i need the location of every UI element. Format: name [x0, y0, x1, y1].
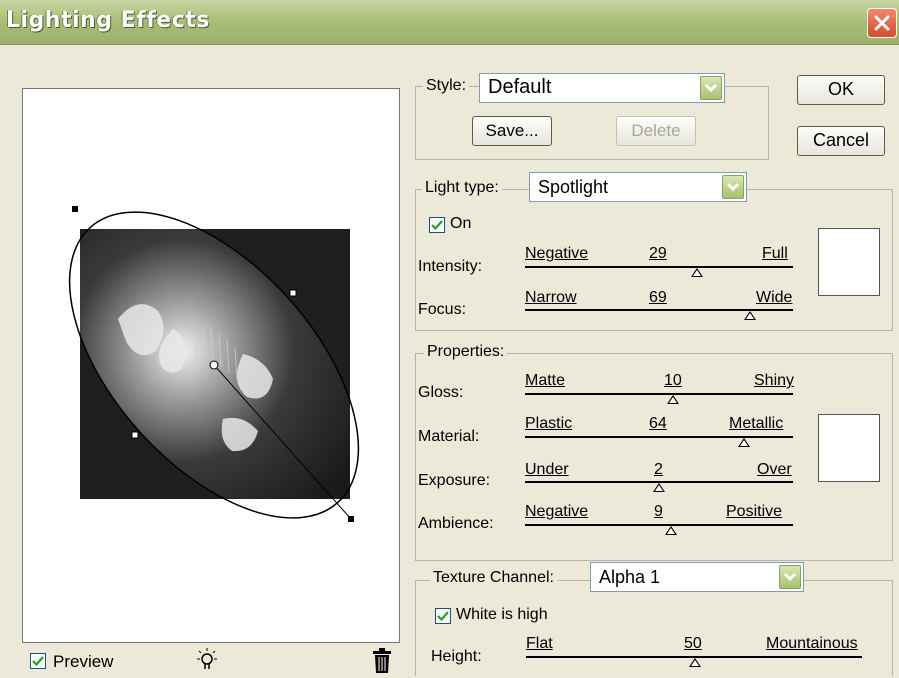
gloss-slider-thumb[interactable]	[667, 395, 679, 404]
height-slider-thumb[interactable]	[689, 658, 701, 667]
close-icon	[874, 15, 890, 31]
material-max-label: Metallic	[729, 415, 784, 432]
intensity-min-label: Negative	[525, 245, 589, 262]
focus-max-label: Wide	[756, 289, 793, 306]
chevron-down-icon[interactable]	[700, 76, 722, 100]
texture-channel-label: Texture Channel:	[430, 569, 557, 587]
light-type-value: Spotlight	[538, 177, 609, 197]
chevron-down-icon[interactable]	[722, 175, 744, 199]
ellipse-handle[interactable]	[348, 516, 354, 522]
preview-checkbox[interactable]	[30, 653, 46, 669]
properties-label: Properties:	[424, 343, 508, 361]
light-center-handle[interactable]	[209, 360, 219, 370]
on-label: On	[450, 215, 472, 232]
material-slider[interactable]	[525, 436, 793, 438]
material-value: 64	[649, 415, 667, 432]
cancel-button[interactable]: Cancel	[797, 126, 885, 156]
gloss-value: 10	[664, 372, 682, 389]
focus-value: 69	[649, 289, 667, 306]
intensity-slider[interactable]	[525, 266, 793, 268]
close-button[interactable]	[867, 8, 897, 38]
exposure-min-label: Under	[525, 461, 569, 478]
material-slider-thumb[interactable]	[738, 438, 750, 447]
white-is-high-label: White is high	[456, 606, 548, 623]
height-min-label: Flat	[526, 635, 553, 652]
title-bar: Lighting Effects	[0, 0, 899, 45]
preview-image	[68, 206, 360, 522]
light-color-swatch[interactable]	[818, 228, 880, 296]
white-is-high-checkbox[interactable]	[435, 608, 451, 624]
ambience-slider-thumb[interactable]	[665, 526, 677, 535]
save-button[interactable]: Save...	[472, 116, 552, 146]
ambience-max-label: Positive	[726, 503, 783, 520]
height-label: Height:	[431, 648, 482, 665]
intensity-value: 29	[649, 245, 667, 262]
intensity-label: Intensity:	[418, 258, 483, 275]
ambience-slider[interactable]	[525, 524, 793, 526]
checkmark-icon	[32, 656, 44, 667]
window-title: Lighting Effects	[6, 8, 210, 33]
intensity-max-label: Full	[762, 245, 788, 262]
ambience-min-label: Negative	[525, 503, 589, 520]
focus-label: Focus:	[418, 301, 467, 318]
texture-channel-select[interactable]: Alpha 1	[590, 562, 804, 592]
ok-button[interactable]: OK	[797, 75, 885, 105]
style-label: Style:	[423, 77, 470, 95]
light-type-label: Light type:	[422, 179, 502, 197]
ellipse-handle[interactable]	[131, 431, 139, 439]
focus-slider-thumb[interactable]	[744, 311, 756, 320]
checkmark-icon	[437, 611, 449, 622]
intensity-slider-thumb[interactable]	[691, 268, 703, 277]
preview-canvas[interactable]	[22, 88, 400, 643]
ambience-label: Ambience:	[418, 515, 494, 532]
exposure-label: Exposure:	[418, 472, 491, 489]
gloss-min-label: Matte	[525, 372, 566, 389]
ellipse-handle[interactable]	[72, 206, 78, 212]
texture-channel-value: Alpha 1	[599, 567, 661, 587]
exposure-slider-thumb[interactable]	[653, 483, 665, 492]
gloss-max-label: Shiny	[754, 372, 795, 389]
texture-group	[415, 580, 893, 676]
exposure-max-label: Over	[757, 461, 792, 478]
material-min-label: Plastic	[525, 415, 573, 432]
gloss-slider[interactable]	[525, 393, 793, 395]
gloss-label: Gloss:	[418, 384, 464, 401]
height-max-label: Mountainous	[766, 635, 858, 652]
on-checkbox[interactable]	[429, 217, 445, 233]
preview-label: Preview	[53, 652, 114, 671]
ambience-value: 9	[654, 503, 663, 520]
material-label: Material:	[418, 428, 480, 445]
delete-button[interactable]: Delete	[616, 116, 696, 146]
focus-min-label: Narrow	[525, 289, 577, 306]
light-type-select[interactable]: Spotlight	[529, 172, 747, 202]
ambient-color-swatch[interactable]	[818, 414, 880, 482]
style-select[interactable]: Default	[479, 73, 725, 103]
checkmark-icon	[431, 220, 443, 231]
chevron-down-icon[interactable]	[779, 565, 801, 589]
light-bulb-icon[interactable]	[193, 647, 221, 675]
exposure-value: 2	[654, 461, 663, 478]
height-value: 50	[684, 635, 702, 652]
ellipse-handle[interactable]	[289, 289, 297, 297]
trash-icon[interactable]	[371, 648, 393, 674]
style-value: Default	[488, 76, 552, 98]
